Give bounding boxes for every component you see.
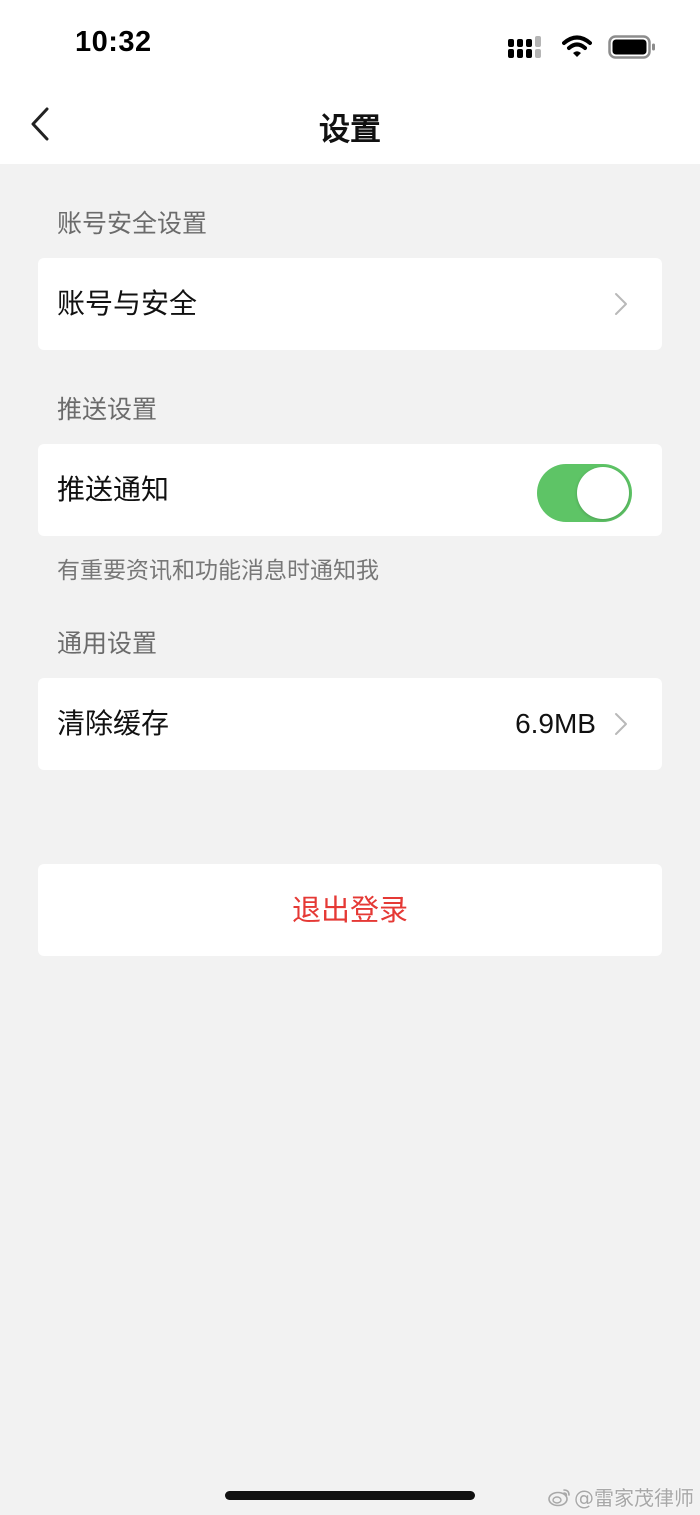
section-title-push: 推送设置 bbox=[57, 395, 158, 424]
header-area: 10:32 设置 bbox=[0, 0, 700, 164]
push-notification-toggle[interactable] bbox=[537, 464, 632, 522]
clear-cache-label: 清除缓存 bbox=[57, 707, 170, 740]
home-indicator[interactable] bbox=[225, 1491, 475, 1500]
account-security-label: 账号与安全 bbox=[57, 287, 198, 320]
account-security-item[interactable]: 账号与安全 bbox=[38, 258, 662, 350]
clear-cache-item[interactable]: 清除缓存 6.9MB bbox=[38, 678, 662, 770]
section-title-general: 通用设置 bbox=[57, 629, 158, 658]
chevron-right-icon bbox=[615, 293, 627, 315]
status-time: 10:32 bbox=[75, 26, 152, 58]
push-notification-label: 推送通知 bbox=[57, 473, 170, 506]
push-hint-text: 有重要资讯和功能消息时通知我 bbox=[57, 558, 379, 584]
toggle-knob bbox=[577, 467, 629, 519]
section-title-account: 账号安全设置 bbox=[57, 209, 208, 238]
push-notification-item: 推送通知 bbox=[38, 444, 662, 536]
page-title: 设置 bbox=[319, 112, 381, 148]
chevron-right-icon bbox=[615, 713, 627, 735]
cellular-signal-icon bbox=[508, 34, 546, 60]
status-icons bbox=[508, 30, 656, 64]
logout-button[interactable]: 退出登录 bbox=[38, 864, 662, 956]
battery-icon bbox=[608, 35, 656, 59]
weibo-icon bbox=[548, 1488, 570, 1506]
cache-size-value: 6.9MB bbox=[515, 708, 596, 739]
watermark-text: @雷家茂律师 bbox=[574, 1486, 694, 1510]
watermark: @雷家茂律师 bbox=[548, 1482, 694, 1511]
wifi-icon bbox=[562, 35, 592, 59]
